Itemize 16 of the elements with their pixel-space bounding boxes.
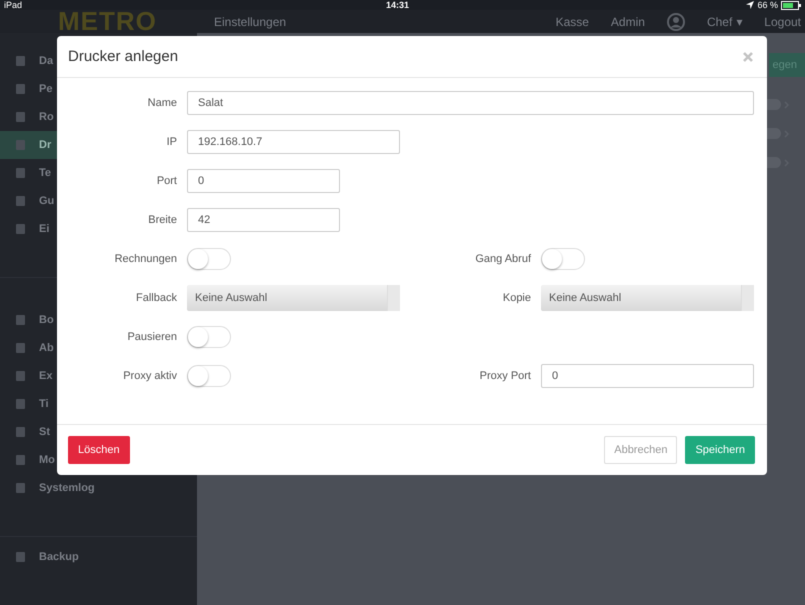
field-label: Breite (147, 214, 177, 226)
field-label: Proxy aktiv (122, 370, 177, 382)
field-label: Port (156, 175, 177, 187)
field-label: IP (166, 136, 177, 148)
battery-percentage: 66 % (757, 0, 778, 10)
field-label: Pausieren (126, 331, 177, 343)
dialog-title: Drucker anlegen (68, 48, 178, 65)
field-label: Kopie (502, 292, 531, 304)
field-label: Gang Abruf (474, 253, 531, 265)
field-label: Fallback (135, 292, 177, 304)
device-name: iPad (4, 0, 22, 10)
clock-time: 14:31 (386, 0, 410, 10)
page-title: Einstellungen (214, 15, 286, 29)
field-label: Name (146, 97, 177, 109)
field-label: Rechnungen (114, 253, 177, 265)
field-label: Proxy Port (478, 370, 531, 382)
